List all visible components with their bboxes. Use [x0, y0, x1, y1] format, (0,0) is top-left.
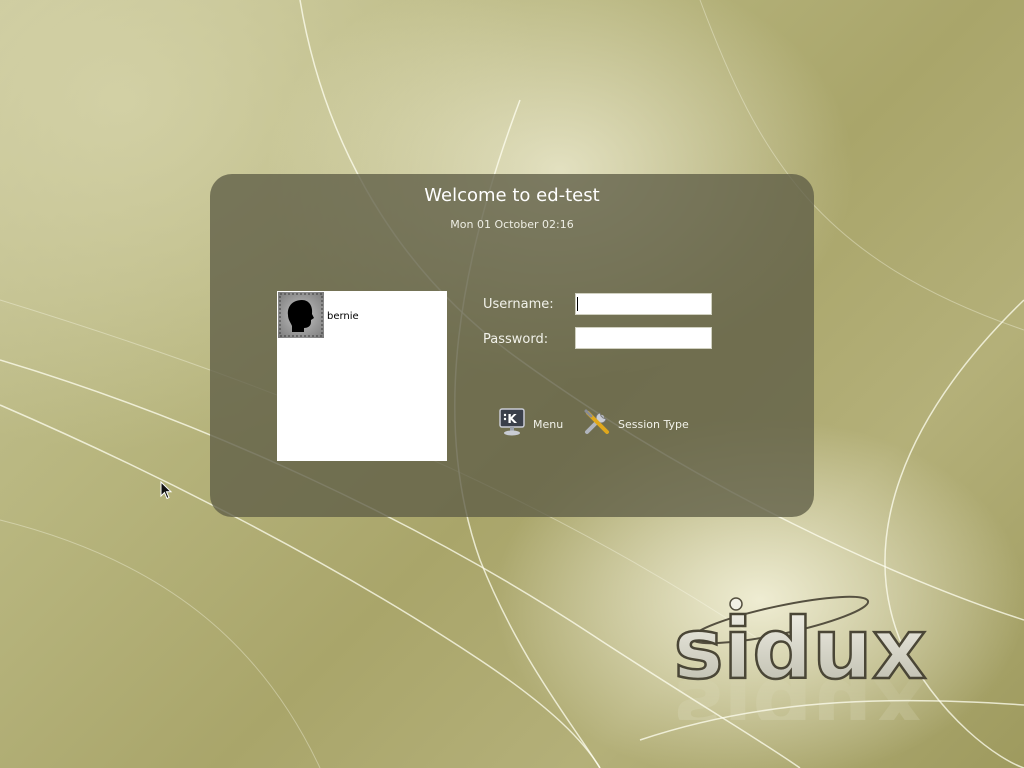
password-label: Password:	[483, 332, 549, 347]
user-face-silhouette-icon	[278, 292, 324, 338]
username-label: Username:	[483, 297, 554, 312]
user-item-bernie[interactable]: bernie	[277, 291, 447, 341]
svg-text:K: K	[507, 412, 517, 426]
sidux-logo-reflection: sidux	[674, 660, 927, 720]
login-screen: Welcome to ed-test Mon 01 October 02:16 …	[0, 0, 1024, 768]
session-type-label: Session Type	[618, 417, 689, 431]
menu-button[interactable]: K Menu	[497, 408, 563, 440]
menu-label: Menu	[533, 417, 564, 431]
clock: Mon 01 October 02:16	[450, 218, 574, 231]
user-list[interactable]: bernie	[277, 291, 447, 461]
session-type-button[interactable]: Session Type	[582, 408, 689, 440]
username-field[interactable]	[575, 293, 712, 315]
login-panel: Welcome to ed-test Mon 01 October 02:16 …	[210, 174, 814, 517]
user-name: bernie	[327, 311, 359, 322]
password-field[interactable]	[575, 327, 712, 349]
sidux-logo: sidux sidux	[672, 595, 928, 720]
mouse-cursor-icon	[160, 480, 174, 505]
text-caret	[577, 297, 578, 311]
welcome-title: Welcome to ed-test	[424, 185, 600, 206]
tools-icon	[582, 407, 612, 441]
kde-monitor-icon: K	[497, 407, 527, 441]
